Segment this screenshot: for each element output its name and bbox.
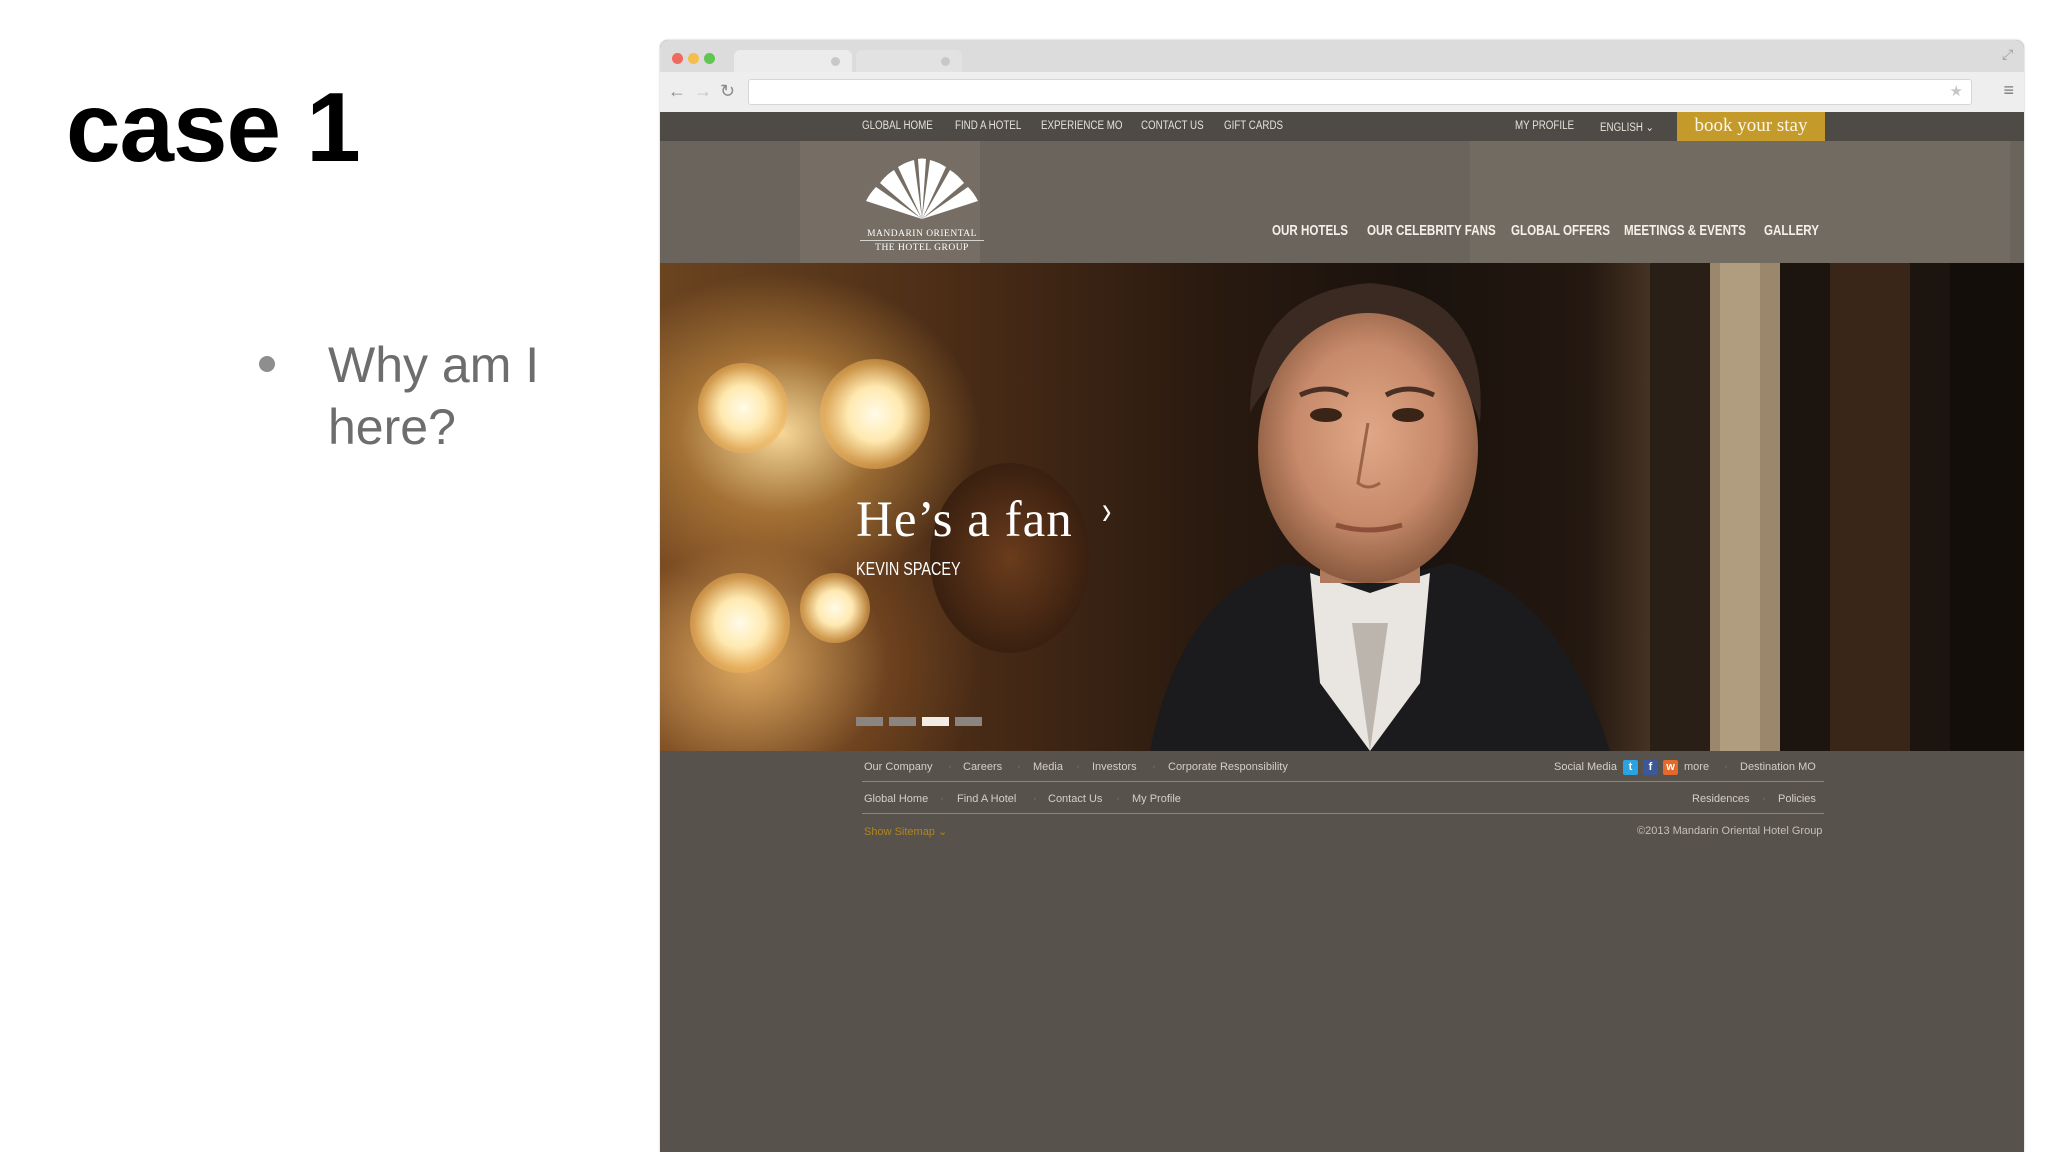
footer-separator: ·	[1152, 761, 1156, 773]
mainnav-our-hotels[interactable]: OUR HOTELS	[1272, 223, 1348, 239]
chevron-down-icon: ⌄	[938, 826, 948, 838]
vanity-bulb	[690, 573, 790, 673]
mainnav-meetings-events[interactable]: MEETINGS & EVENTS	[1624, 223, 1746, 239]
mainnav-gallery[interactable]: GALLERY	[1764, 223, 1819, 239]
footer-link-policies[interactable]: Policies	[1778, 793, 1816, 805]
forward-icon[interactable]: →	[694, 81, 712, 101]
logo-wordmark: MANDARIN ORIENTAL	[867, 229, 977, 239]
footer-link-global-home[interactable]: Global Home	[864, 793, 928, 805]
show-sitemap-toggle[interactable]: Show Sitemap ⌄	[864, 825, 947, 838]
footer-separator: ·	[1762, 793, 1766, 805]
twitter-icon[interactable]: t	[1623, 760, 1638, 775]
footer-link-careers[interactable]: Careers	[963, 761, 1002, 773]
footer-separator: ·	[1033, 793, 1037, 805]
topnav-contact-us[interactable]: CONTACT US	[1141, 120, 1204, 132]
browser-toolbar: ← → ↻ ★ ≡	[660, 72, 2024, 113]
back-icon[interactable]: ←	[668, 81, 686, 101]
carousel-dot[interactable]	[955, 717, 982, 726]
topnav-gift-cards[interactable]: GIFT CARDS	[1224, 120, 1283, 132]
fan-logo-icon[interactable]	[860, 153, 984, 223]
vanity-bulb	[820, 359, 930, 469]
curtain-backdrop	[1650, 263, 2024, 751]
footer-link-residences[interactable]: Residences	[1692, 793, 1749, 805]
footer-link-our-company[interactable]: Our Company	[864, 761, 932, 773]
vanity-bulb	[698, 363, 788, 453]
book-your-stay-button[interactable]: book your stay	[1677, 112, 1825, 141]
hero-subheading: KEVIN SPACEY	[856, 559, 961, 579]
browser-tabstrip: ⤢	[660, 40, 2024, 72]
maximize-window-icon[interactable]	[704, 53, 715, 64]
facebook-icon[interactable]: f	[1643, 760, 1658, 775]
carousel-dot-active[interactable]	[922, 717, 949, 726]
tab-close-icon[interactable]	[831, 57, 840, 66]
hero-next-arrow-icon[interactable]: ›	[1102, 489, 1111, 534]
close-window-icon[interactable]	[672, 53, 683, 64]
footer-separator: ·	[1116, 793, 1120, 805]
masthead-backdrop	[1470, 141, 2010, 263]
logo-tagline: THE HOTEL GROUP	[875, 243, 969, 253]
footer-separator: ·	[1076, 761, 1080, 773]
footer-link-media[interactable]: Media	[1033, 761, 1063, 773]
carousel-dot[interactable]	[856, 717, 883, 726]
topnav-find-a-hotel[interactable]: FIND A HOTEL	[955, 120, 1021, 132]
footer-link-contact-us[interactable]: Contact Us	[1048, 793, 1102, 805]
weibo-icon[interactable]: w	[1663, 760, 1678, 775]
mainnav-celebrity-fans[interactable]: OUR CELEBRITY FANS	[1367, 223, 1496, 239]
footer-social-label: Social Media	[1554, 761, 1617, 773]
browser-window: ⤢ ← → ↻ ★ ≡ GLOBAL HOME FIND A HOTEL EXP…	[660, 40, 2024, 1152]
site-masthead: MANDARIN ORIENTAL THE HOTEL GROUP OUR HO…	[660, 141, 2024, 263]
footer-divider	[862, 781, 1824, 782]
footer-separator: ·	[1724, 761, 1728, 773]
carousel-dot[interactable]	[889, 717, 916, 726]
browser-tab[interactable]	[734, 50, 852, 72]
footer-separator: ·	[1017, 761, 1021, 773]
language-label: ENGLISH	[1600, 122, 1643, 134]
footer-divider	[862, 813, 1824, 814]
bookmark-star-icon[interactable]: ★	[1950, 82, 1963, 100]
bullet-text: Why am I here?	[328, 337, 540, 455]
footer-separator: ·	[948, 761, 952, 773]
address-bar[interactable]: ★	[748, 79, 1972, 105]
browser-tab[interactable]	[856, 50, 962, 72]
celebrity-portrait	[1150, 283, 1610, 751]
browser-menu-icon[interactable]: ≡	[2003, 80, 2014, 101]
footer-social-more[interactable]: more	[1684, 761, 1709, 773]
footer-link-investors[interactable]: Investors	[1092, 761, 1137, 773]
site-footer: Our Company · Careers · Media · Investor…	[660, 751, 2024, 1152]
footer-copyright: ©2013 Mandarin Oriental Hotel Group	[1637, 825, 1823, 837]
chevron-down-icon: ⌄	[1645, 122, 1654, 134]
footer-link-destination-mo[interactable]: Destination MO	[1740, 761, 1816, 773]
topnav-my-profile[interactable]: MY PROFILE	[1515, 120, 1574, 132]
hero-heading[interactable]: He’s a fan	[856, 491, 1073, 549]
footer-separator: ·	[940, 793, 944, 805]
topnav-global-home[interactable]: GLOBAL HOME	[862, 120, 933, 132]
fullscreen-icon[interactable]: ⤢	[2002, 47, 2016, 61]
tab-close-icon[interactable]	[941, 57, 950, 66]
footer-link-corporate-responsibility[interactable]: Corporate Responsibility	[1168, 761, 1288, 773]
topnav-experience-mo[interactable]: EXPERIENCE MO	[1041, 120, 1122, 132]
sitemap-label: Show Sitemap	[864, 826, 935, 838]
mainnav-global-offers[interactable]: GLOBAL OFFERS	[1511, 223, 1610, 239]
reload-icon[interactable]: ↻	[720, 81, 735, 101]
vanity-bulb	[800, 573, 870, 643]
footer-link-find-a-hotel[interactable]: Find A Hotel	[957, 793, 1016, 805]
logo-divider	[860, 240, 984, 241]
minimize-window-icon[interactable]	[688, 53, 699, 64]
hero-carousel[interactable]: He’s a fan › KEVIN SPACEY	[660, 263, 2024, 751]
slide-title: case 1	[66, 72, 361, 182]
bullet-dot-icon	[259, 356, 275, 372]
language-select[interactable]: ENGLISH ⌄	[1600, 120, 1654, 134]
site-topnav: GLOBAL HOME FIND A HOTEL EXPERIENCE MO C…	[660, 112, 2024, 141]
footer-link-my-profile[interactable]: My Profile	[1132, 793, 1181, 805]
